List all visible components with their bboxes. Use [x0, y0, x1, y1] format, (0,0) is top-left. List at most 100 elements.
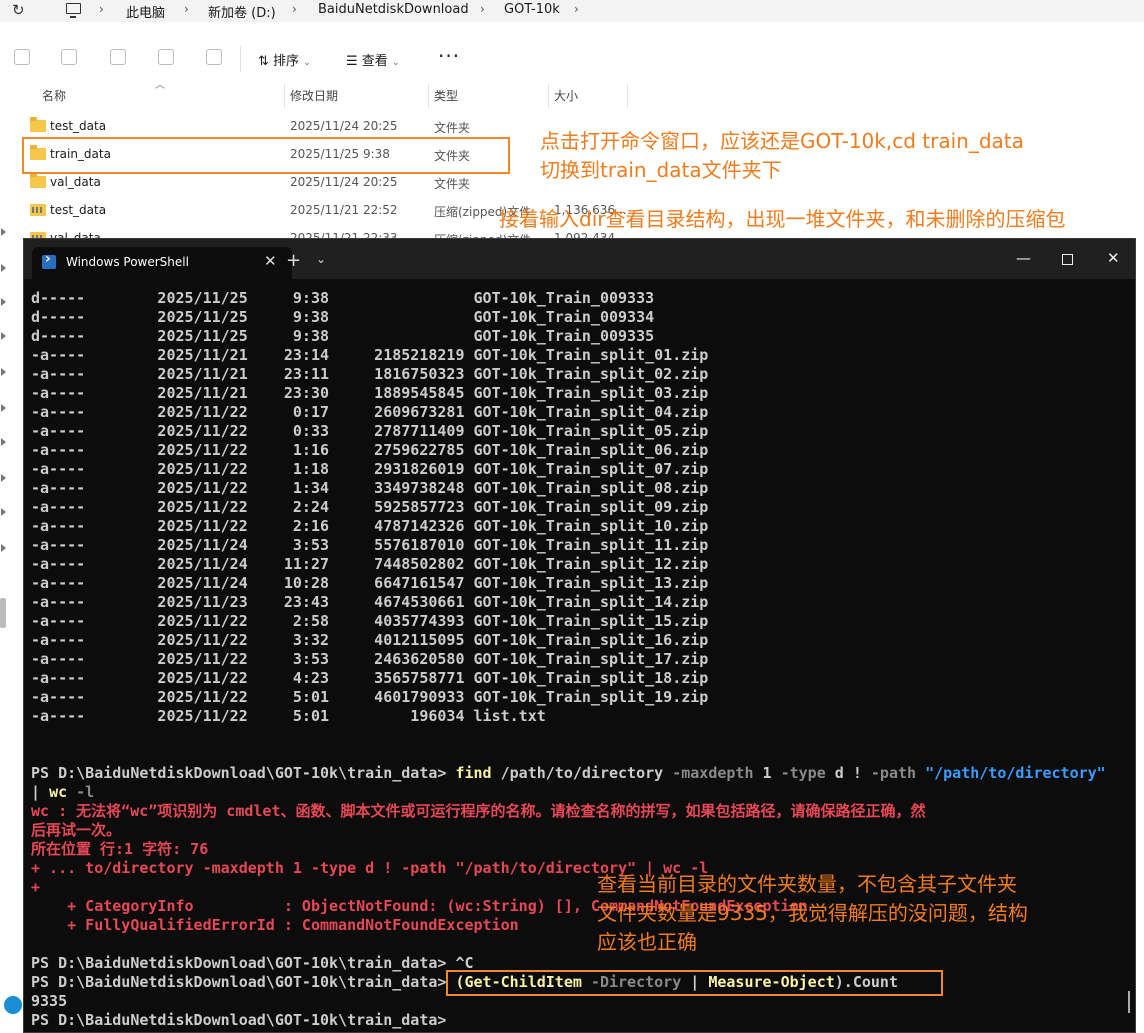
listing-row: -a---- 2025/11/22 5:01 4601790933 GOT-10… — [31, 688, 708, 707]
file-date: 2025/11/24 20:25 — [290, 119, 398, 133]
listing-name: list.txt — [473, 707, 546, 725]
folder-icon — [30, 117, 46, 132]
breadcrumb-drive-d[interactable]: 新加卷 (D:) — [208, 2, 276, 21]
refresh-icon[interactable]: ↻ — [12, 1, 25, 19]
breadcrumb-this-pc[interactable]: 此电脑 — [126, 2, 165, 21]
column-header-size[interactable]: 大小 — [554, 87, 578, 104]
terminal-scrollbar[interactable] — [1128, 991, 1130, 1013]
column-header-row: 名称 修改日期 类型 大小 — [0, 84, 1144, 108]
listing-length: 7448502802 — [329, 555, 474, 573]
listing-date: 2025/11/25 — [85, 327, 248, 345]
listing-time: 23:14 — [247, 346, 330, 364]
minimize-icon[interactable]: — — [1016, 249, 1031, 267]
cut-icon[interactable] — [14, 49, 30, 65]
new-tab-icon[interactable]: + — [286, 250, 301, 271]
terminal-title-bar[interactable]: Windows PowerShell ✕ + ⌄ — ✕ — [24, 239, 1135, 279]
listing-name: GOT-10k_Train_split_09.zip — [473, 498, 709, 516]
listing-time: 4:23 — [247, 669, 330, 687]
listing-row: -a---- 2025/11/22 0:17 2609673281 GOT-10… — [31, 403, 708, 422]
close-window-icon[interactable]: ✕ — [1107, 249, 1120, 267]
breadcrumb-got10k[interactable]: GOT-10k — [504, 2, 560, 17]
listing-time: 5:01 — [247, 688, 330, 706]
listing-name: GOT-10k_Train_split_13.zip — [473, 574, 709, 592]
rename-icon[interactable] — [110, 49, 126, 65]
listing-name: GOT-10k_Train_split_10.zip — [473, 517, 709, 535]
expand-arrow-icon[interactable] — [1, 404, 6, 412]
listing-time: 10:28 — [247, 574, 330, 592]
expand-arrow-icon[interactable] — [1, 332, 6, 340]
annotation-line: 查看当前目录的文件夹数量，不包含其子文件夹 — [597, 872, 1017, 896]
column-divider[interactable] — [284, 84, 285, 108]
listing-time: 9:38 — [247, 327, 330, 345]
column-divider[interactable] — [548, 84, 549, 108]
taskbar-app-icon[interactable] — [4, 996, 22, 1014]
prompt: PS D:\BaiduNetdiskDownload\GOT-10k\train… — [31, 973, 456, 991]
listing-length: 4674530661 — [329, 593, 474, 611]
listing-length: 4035774393 — [329, 612, 474, 630]
column-header-modified[interactable]: 修改日期 — [290, 87, 338, 104]
listing-length: 2759622785 — [329, 441, 474, 459]
listing-name: GOT-10k_Train_split_14.zip — [473, 593, 709, 611]
expand-arrow-icon[interactable] — [1, 474, 6, 482]
listing-row: -a---- 2025/11/22 1:18 2931826019 GOT-10… — [31, 460, 708, 479]
maximize-icon[interactable] — [1062, 254, 1073, 265]
listing-date: 2025/11/24 — [85, 536, 248, 554]
listing-mode: -a---- — [31, 669, 86, 687]
copy-icon[interactable] — [61, 49, 77, 65]
annotation-line: 切换到train_data文件夹下 — [540, 158, 782, 182]
expand-arrow-icon[interactable] — [1, 368, 6, 376]
file-type: 文件夹 — [434, 177, 471, 191]
listing-name: GOT-10k_Train_split_08.zip — [473, 479, 709, 497]
share-icon[interactable] — [158, 49, 174, 65]
column-divider[interactable] — [428, 84, 429, 108]
view-label: 查看 — [361, 54, 388, 69]
expand-arrow-icon[interactable] — [1, 438, 6, 446]
listing-row: -a---- 2025/11/22 5:01 196034 list.txt — [31, 707, 546, 726]
sort-button[interactable]: ⇅ 排序 ⌄ — [258, 50, 311, 69]
listing-mode: -a---- — [31, 479, 86, 497]
listing-row: -a---- 2025/11/22 3:32 4012115095 GOT-10… — [31, 631, 708, 650]
listing-length: 2931826019 — [329, 460, 474, 478]
annotation-folder-count: 查看当前目录的文件夹数量，不包含其子文件夹 文件夹数量是9335，我觉得解压的没… — [597, 870, 1028, 957]
listing-row: d----- 2025/11/25 9:38 GOT-10k_Train_009… — [31, 289, 654, 308]
expand-arrow-icon[interactable] — [1, 298, 6, 306]
listing-length: 2463620580 — [329, 650, 474, 668]
listing-row: -a---- 2025/11/21 23:30 1889545845 GOT-1… — [31, 384, 708, 403]
highlight-box-train-data — [22, 137, 510, 174]
listing-mode: -a---- — [31, 365, 86, 383]
listing-row: -a---- 2025/11/22 2:58 4035774393 GOT-10… — [31, 612, 708, 631]
file-type: 文件夹 — [434, 121, 471, 135]
chevron-down-icon[interactable]: ⌄ — [316, 252, 326, 266]
listing-date: 2025/11/22 — [85, 460, 248, 478]
listing-date: 2025/11/22 — [85, 650, 248, 668]
delete-icon[interactable] — [206, 49, 222, 65]
column-header-type[interactable]: 类型 — [434, 87, 458, 104]
cmd-token: -path — [870, 764, 917, 782]
view-button[interactable]: ☰ 查看 ⌄ — [346, 50, 400, 69]
listing-time: 9:38 — [247, 289, 330, 307]
cmd-token: -type — [780, 764, 826, 782]
column-divider[interactable] — [627, 84, 628, 108]
column-header-name[interactable]: 名称 — [42, 87, 66, 104]
expand-arrow-icon[interactable] — [1, 228, 6, 236]
listing-mode: -a---- — [31, 707, 86, 725]
address-bar[interactable]: ↻ › 此电脑 › 新加卷 (D:) › BaiduNetdiskDownloa… — [0, 0, 1144, 22]
listing-date: 2025/11/22 — [85, 422, 248, 440]
close-tab-icon[interactable]: ✕ — [264, 252, 277, 270]
scrollbar-thumb[interactable] — [0, 598, 6, 628]
terminal-tab[interactable]: Windows PowerShell ✕ — [32, 247, 292, 279]
command-line-current[interactable]: PS D:\BaiduNetdiskDownload\GOT-10k\train… — [31, 1011, 455, 1030]
listing-mode: d----- — [31, 308, 86, 326]
listing-length — [329, 308, 474, 326]
more-options-button[interactable]: ··· — [438, 44, 460, 68]
listing-time: 1:16 — [247, 441, 330, 459]
breadcrumb-baidunetdisk[interactable]: BaiduNetdiskDownload — [318, 2, 469, 17]
listing-date: 2025/11/25 — [85, 289, 248, 307]
annotation-line: 文件夹数量是9335，我觉得解压的没问题，结构 — [597, 901, 1028, 925]
expand-arrow-icon[interactable] — [1, 264, 6, 272]
listing-mode: -a---- — [31, 650, 86, 668]
listing-time: 0:33 — [247, 422, 330, 440]
expand-arrow-icon[interactable] — [1, 508, 6, 516]
listing-mode: -a---- — [31, 384, 86, 402]
expand-arrow-icon[interactable] — [1, 544, 6, 552]
